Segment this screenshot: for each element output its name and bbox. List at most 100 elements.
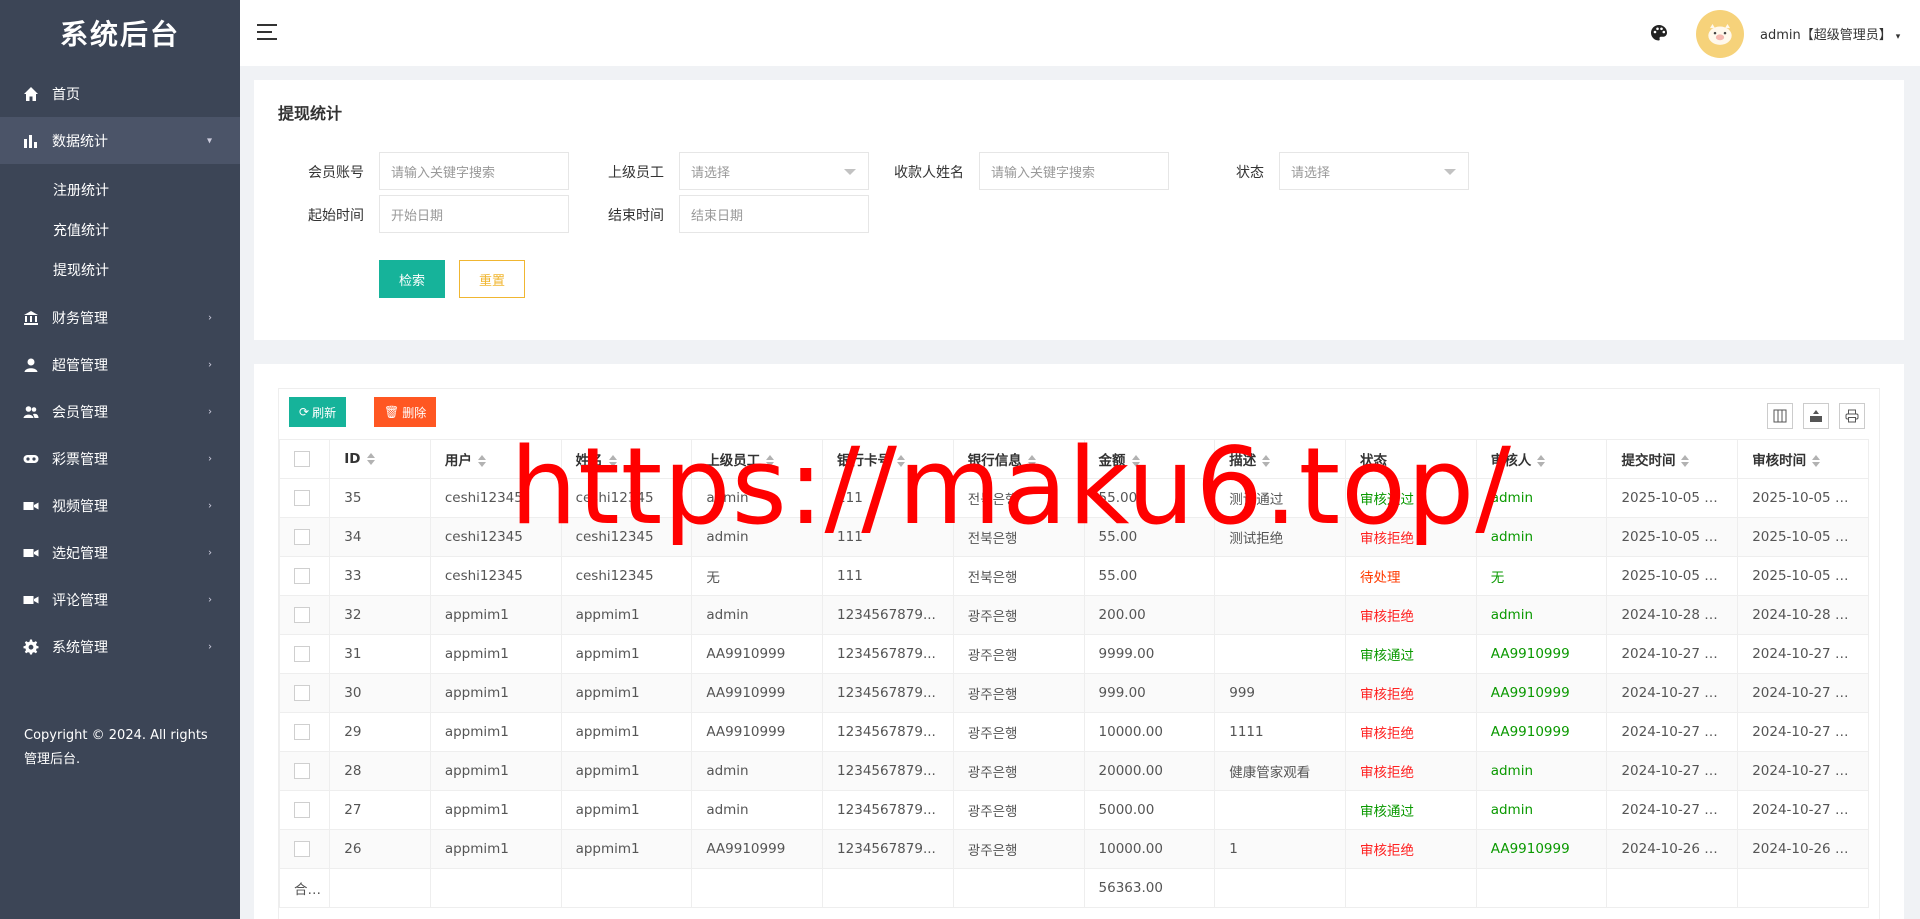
end-time-label: 结束时间 [608, 208, 664, 224]
table-cell: AA9910999 [691, 673, 824, 713]
table-cell: 2024-10-26 2... [1737, 829, 1869, 869]
reset-button[interactable]: 重置 [459, 260, 525, 298]
row-checkbox[interactable] [294, 724, 310, 740]
row-checkbox-cell [278, 751, 331, 791]
table-cell: 2024-10-27 1... [1606, 712, 1739, 752]
superior-staff-select[interactable]: 请选择 [679, 152, 869, 190]
sidebar-item-home[interactable]: 首页 [0, 70, 240, 117]
sidebar-item-label: 评论管理 [52, 592, 108, 609]
menu-toggle-icon[interactable] [257, 24, 277, 40]
column-header[interactable]: 提交时间 [1606, 439, 1739, 479]
sidebar-subitem-register[interactable]: 注册统计 [0, 170, 240, 210]
table-cell: AA9910999 [691, 829, 824, 869]
sidebar-item-label: 超管管理 [52, 357, 108, 374]
row-checkbox[interactable] [294, 568, 310, 584]
table-cell: 10000.00 [1083, 829, 1216, 869]
sort-icon[interactable] [477, 455, 486, 467]
avatar[interactable] [1696, 10, 1744, 58]
refresh-icon: ⟳ [299, 405, 310, 419]
column-header[interactable]: 审核时间 [1737, 439, 1869, 479]
status-select[interactable]: 请选择 [1279, 152, 1469, 190]
sidebar-item-finance[interactable]: 财务管理 › [0, 294, 240, 341]
pig-avatar-icon [1708, 24, 1732, 45]
row-checkbox[interactable] [294, 802, 310, 818]
row-checkbox[interactable] [294, 841, 310, 857]
table-cell: 전북은행 [952, 556, 1085, 596]
column-header[interactable]: ID [329, 439, 431, 479]
table-cell: 30 [329, 673, 431, 713]
sidebar-subitem-withdraw[interactable]: 提现统计 [0, 250, 240, 290]
table-row[interactable]: 30 appmim1 appmim1 AA9910999 1234567879... 광주… [278, 673, 1869, 713]
table-cell: admin [691, 595, 824, 635]
table-cell [1214, 634, 1346, 674]
table-row[interactable]: 28 appmim1 appmim1 admin 1234567879... 광주은행 20… [278, 751, 1869, 791]
chevron-right-icon: › [208, 406, 212, 417]
sidebar-item-super-admin[interactable]: 超管管理 › [0, 341, 240, 388]
row-checkbox[interactable] [294, 607, 310, 623]
table-cell: 29 [329, 712, 431, 752]
search-button[interactable]: 检索 [379, 260, 445, 298]
table-cell: appmim1 [429, 829, 562, 869]
table-row[interactable]: 29 appmim1 appmim1 AA9910999 1234567879... 광주… [278, 712, 1869, 752]
table-row[interactable]: 32 appmim1 appmim1 admin 1234567879... 광주은행 20… [278, 595, 1869, 635]
table-cell: 2024-10-27 0... [1737, 751, 1869, 791]
gear-icon [22, 638, 40, 656]
row-checkbox[interactable] [294, 763, 310, 779]
start-date-input[interactable]: 开始日期 [379, 195, 569, 233]
bank-icon [22, 309, 40, 327]
payee-name-input[interactable]: 请输入关键字搜索 [979, 152, 1169, 190]
sort-icon[interactable] [1812, 455, 1821, 467]
sort-icon[interactable] [1537, 455, 1546, 467]
table-cell: 待处理 [1344, 556, 1477, 596]
table-cell: 1111 [1214, 712, 1346, 752]
sidebar-item-video[interactable]: 视频管理 › [0, 482, 240, 529]
row-checkbox[interactable] [294, 529, 310, 545]
columns-filter-icon[interactable] [1767, 403, 1793, 429]
table-cell: 1234567879... [822, 829, 954, 869]
sidebar-item-system[interactable]: 系统管理 › [0, 623, 240, 670]
row-checkbox[interactable] [294, 490, 310, 506]
palette-icon[interactable] [1650, 24, 1668, 42]
sort-icon[interactable] [366, 453, 375, 465]
table-cell: 2025-10-05 1... [1606, 478, 1739, 518]
table-cell: appmim1 [429, 673, 562, 713]
start-time-label: 起始时间 [308, 208, 364, 224]
row-checkbox[interactable] [294, 685, 310, 701]
row-checkbox[interactable] [294, 646, 310, 662]
chevron-right-icon: › [208, 594, 212, 605]
table-cell: 999.00 [1083, 673, 1216, 713]
table-cell: 광주은행 [952, 595, 1085, 635]
sort-icon[interactable] [1681, 455, 1690, 467]
table-row[interactable]: 33 ceshi12345 ceshi12345 无 111 전북은행 55.00 待处理无 2… [278, 556, 1869, 596]
export-icon[interactable] [1803, 403, 1829, 429]
caret-down-icon: ▾ [1895, 32, 1901, 42]
table-cell: 审核拒绝 [1344, 829, 1477, 869]
user-menu[interactable]: admin【超级管理员】 ▾ [1760, 24, 1900, 43]
sidebar-item-concubine[interactable]: 选妃管理 › [0, 529, 240, 576]
table-row[interactable]: 27 appmim1 appmim1 admin 1234567879... 광주은행 50… [278, 790, 1869, 830]
table-cell: 9999.00 [1083, 634, 1216, 674]
print-icon[interactable] [1839, 403, 1865, 429]
video-icon [22, 591, 40, 609]
table-row[interactable]: 26 appmim1 appmim1 AA9910999 1234567879... 광주… [278, 829, 1869, 869]
table-cell: 审核通过 [1344, 790, 1477, 830]
sidebar-item-comments[interactable]: 评论管理 › [0, 576, 240, 623]
table-cell: 2024-10-28 0... [1737, 595, 1869, 635]
sidebar-item-label: 选妃管理 [52, 545, 108, 562]
sidebar-item-members[interactable]: 会员管理 › [0, 388, 240, 435]
sidebar-item-label: 会员管理 [52, 404, 108, 421]
table-cell: 광주은행 [952, 790, 1085, 830]
delete-label: 删除 [402, 405, 427, 420]
member-account-input[interactable]: 请输入关键字搜索 [379, 152, 569, 190]
end-date-input[interactable]: 结束日期 [679, 195, 869, 233]
select-all-checkbox[interactable] [294, 451, 310, 467]
refresh-button[interactable]: ⟳ 刷新 [289, 397, 347, 427]
sidebar-subitem-recharge[interactable]: 充值统计 [0, 210, 240, 250]
sidebar-item-lottery[interactable]: 彩票管理 › [0, 435, 240, 482]
delete-button[interactable]: 🗑 删除 [374, 397, 437, 427]
table-row[interactable]: 31 appmim1 appmim1 AA9910999 1234567879... 광주… [278, 634, 1869, 674]
row-checkbox-cell [278, 712, 331, 752]
table-cell: 审核拒绝 [1344, 751, 1477, 791]
table-cell: 2024-10-27 1... [1737, 673, 1869, 713]
sidebar-item-statistics[interactable]: 数据统计 ▾ [0, 117, 240, 164]
